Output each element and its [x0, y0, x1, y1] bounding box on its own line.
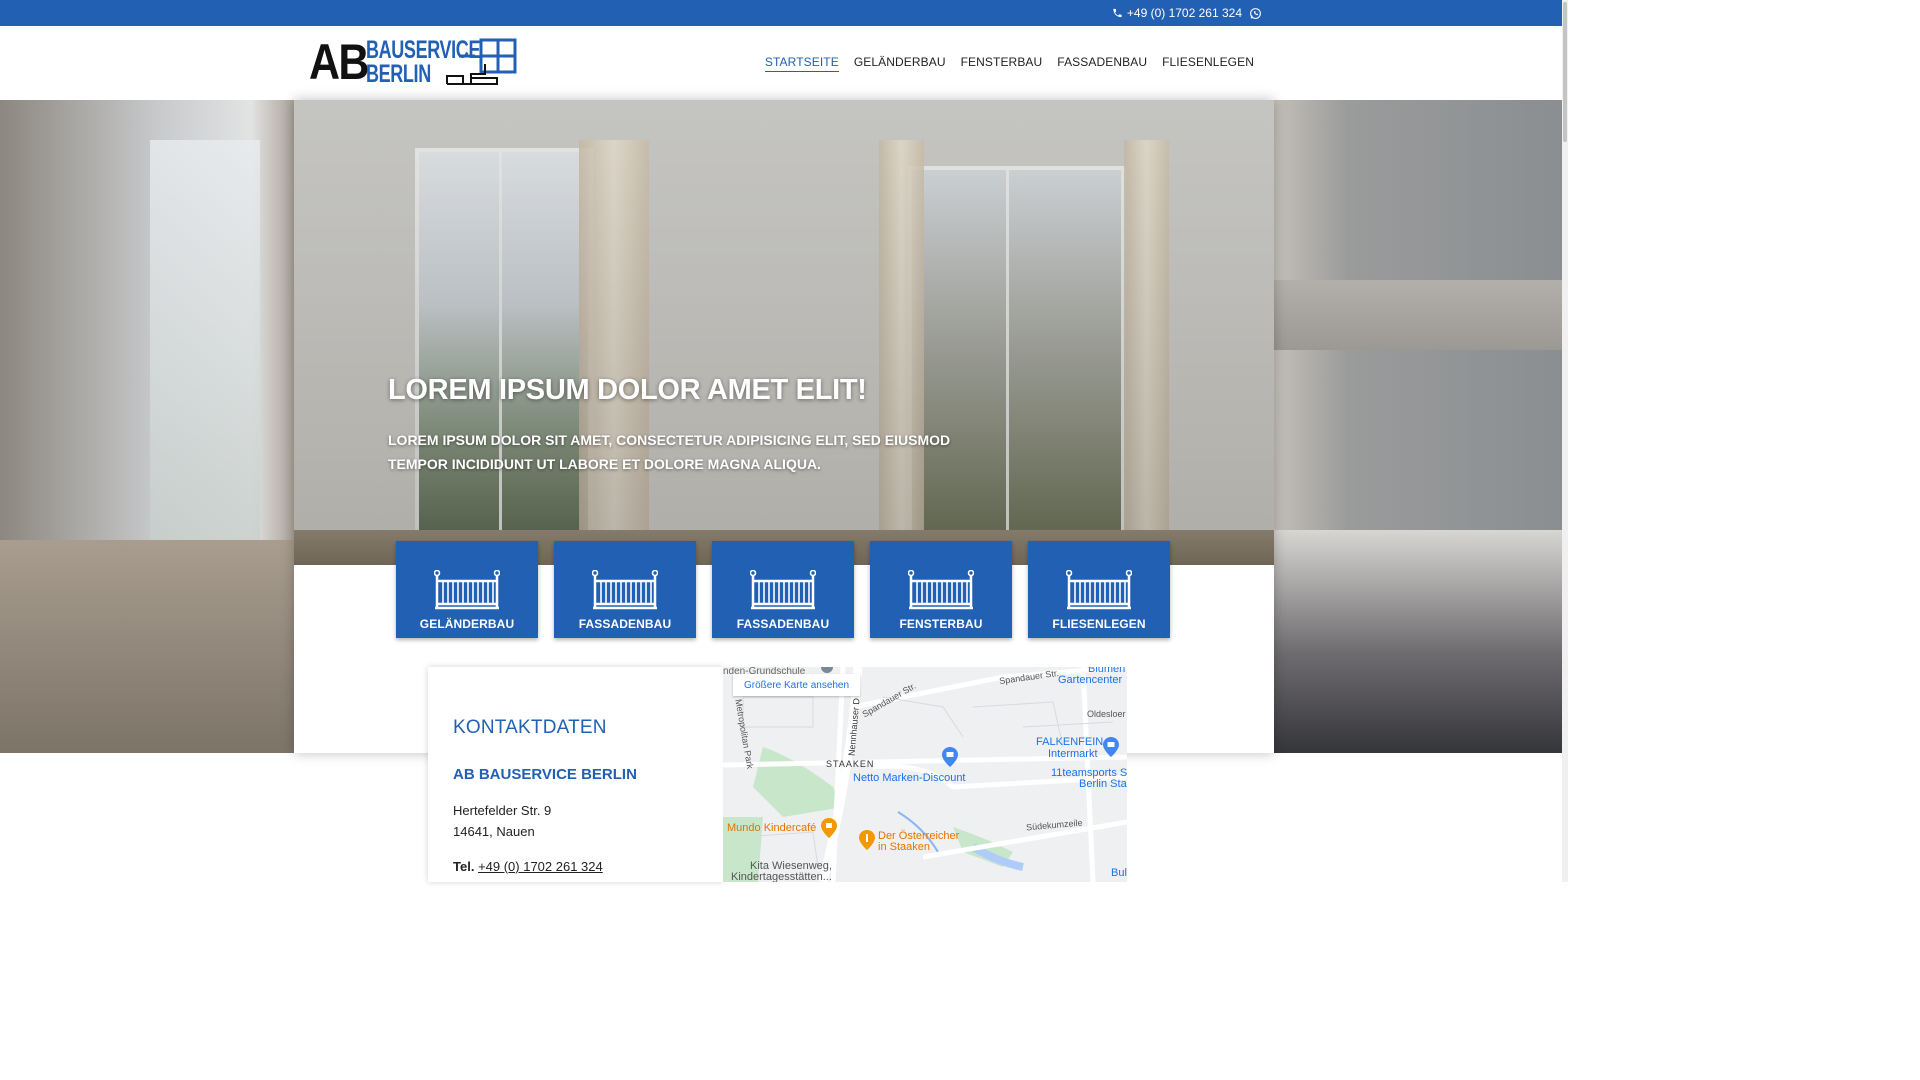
restaurant-pin-icon: [859, 830, 875, 850]
phone-icon: [1113, 8, 1122, 18]
background-window: [150, 140, 260, 580]
map-larger-button[interactable]: Größere Karte ansehen: [733, 674, 861, 696]
hero-photo: [294, 100, 1274, 565]
contact-city: 14641, Nauen: [453, 824, 535, 839]
contact-company: AB BAUSERVICE BERLIN: [453, 766, 637, 783]
contact-heading: KONTAKTDATEN: [453, 717, 607, 738]
railing-icon: [592, 570, 658, 610]
nav-fliesenlegen[interactable]: FLIESENLEGEN: [1162, 55, 1254, 71]
site-logo[interactable]: AB BAUSERVICE BERLIN: [309, 36, 519, 90]
whatsapp-icon[interactable]: [1249, 7, 1262, 20]
services-row: GELÄNDERBAU FASSADENBAU FASSADENBAU FENS…: [396, 541, 1170, 638]
logo-window-icon: [446, 38, 517, 85]
service-label: FENSTERBAU: [899, 617, 983, 631]
contact-phone-label: Tel.: [453, 859, 475, 874]
map-label-netto: Netto Marken-Discount: [853, 772, 966, 784]
map-label-falkenfein: FALKENFEIN: [1036, 736, 1104, 748]
top-bar: +49 (0) 1702 261 324: [0, 0, 1568, 26]
map-label-staaken: STAAKEN: [826, 759, 875, 769]
map-label-mundo: Mundo Kindercafé: [727, 822, 817, 834]
page-scrollbar[interactable]: [1562, 0, 1568, 882]
contact-card: KONTAKTDATEN AB BAUSERVICE BERLIN Hertef…: [428, 667, 723, 882]
map-label-bul: Bul: [1111, 867, 1127, 879]
site-header: AB BAUSERVICE BERLIN STARTSEITE GELÄNDER…: [0, 26, 1568, 101]
railing-icon: [908, 570, 974, 610]
background-sofa: [1274, 530, 1568, 753]
shopping-pin-icon: [1103, 737, 1119, 757]
main-nav: STARTSEITE GELÄNDERBAU FENSTERBAU FASSAD…: [764, 26, 1254, 100]
content-panel: [294, 100, 1274, 753]
logo-ab: AB: [309, 34, 369, 90]
contact-address: Hertefelder Str. 9 14641, Nauen: [453, 800, 551, 842]
contact-phone-link[interactable]: +49 (0) 1702 261 324: [478, 859, 603, 874]
top-contact[interactable]: +49 (0) 1702 261 324: [1112, 0, 1262, 26]
service-card-fliesenlegen[interactable]: FLIESENLEGEN: [1028, 541, 1170, 638]
map-label-in-staaken: in Staaken: [878, 841, 930, 853]
google-map[interactable]: Größere Karte ansehen nden-Grundschule S…: [723, 667, 1127, 882]
contact-phone: Tel. +49 (0) 1702 261 324: [453, 859, 603, 874]
map-label-intermarkt: Intermarkt: [1048, 748, 1098, 760]
nav-startseite[interactable]: STARTSEITE: [764, 55, 839, 72]
service-label: FASSADENBAU: [736, 617, 830, 631]
shopping-pin-icon: [942, 747, 958, 767]
hero-subtitle: LOREM IPSUM DOLOR SIT AMET, CONSECTETUR …: [388, 432, 951, 472]
nav-fensterbau[interactable]: FENSTERBAU: [961, 55, 1043, 71]
background-shelf: [1250, 280, 1568, 350]
background-floor-left: [0, 540, 294, 753]
logo-line-2: BERLIN: [366, 60, 431, 88]
service-card-fassadenbau[interactable]: FASSADENBAU: [554, 541, 696, 638]
map-label-oldesloer: Oldesloer W: [1087, 709, 1127, 719]
service-card-gelaenderbau[interactable]: GELÄNDERBAU: [396, 541, 538, 638]
service-label: FLIESENLEGEN: [1052, 617, 1146, 631]
contact-street: Hertefelder Str. 9: [453, 803, 552, 818]
service-label: FASSADENBAU: [578, 617, 672, 631]
cafe-pin-icon: [821, 818, 837, 838]
service-label: GELÄNDERBAU: [419, 617, 515, 631]
service-card-fensterbau[interactable]: FENSTERBAU: [870, 541, 1012, 638]
map-label-school: nden-Grundschule: [723, 667, 806, 677]
photo-overlay: [294, 100, 1274, 565]
top-phone-number[interactable]: +49 (0) 1702 261 324: [1127, 6, 1242, 20]
railing-icon: [434, 570, 500, 610]
hero-title: LOREM IPSUM DOLOR AMET ELIT!: [388, 374, 867, 406]
nav-gelaenderbau[interactable]: GELÄNDERBAU: [854, 55, 946, 71]
nav-fassadenbau[interactable]: FASSADENBAU: [1057, 55, 1147, 71]
railing-icon: [750, 570, 816, 610]
map-label-berlin-sta: Berlin Sta: [1079, 778, 1127, 790]
service-card-fassadenbau-2[interactable]: FASSADENBAU: [712, 541, 854, 638]
scrollbar-thumb[interactable]: [1563, 2, 1567, 142]
school-pin-icon: [821, 667, 833, 673]
map-label-gartencenter-2: Gartencenter: [1058, 674, 1123, 686]
railing-icon: [1066, 570, 1132, 610]
map-label-kita-2: Kindertagesstätten...: [731, 871, 832, 882]
